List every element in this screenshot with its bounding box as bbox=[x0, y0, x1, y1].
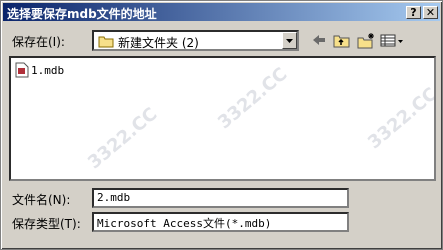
view-menu-icon[interactable] bbox=[379, 32, 405, 49]
list-item[interactable]: 1.mdb bbox=[15, 62, 64, 78]
save-dialog: 选择要保存mdb文件的地址 ? ✕ 保存在(I): 新建文件夹 (2) 1.md… bbox=[0, 0, 443, 250]
new-folder-icon[interactable] bbox=[356, 32, 376, 49]
filetype-label: 保存类型(T): bbox=[12, 217, 81, 231]
file-list[interactable]: 1.mdb 3322.CC 3322.CC 3322.CC bbox=[9, 56, 436, 181]
up-folder-icon[interactable] bbox=[332, 32, 352, 49]
dialog-title: 选择要保存mdb文件的地址 bbox=[7, 7, 157, 21]
chevron-down-icon[interactable] bbox=[282, 32, 297, 49]
file-name: 1.mdb bbox=[31, 63, 65, 77]
save-in-combobox[interactable]: 新建文件夹 (2) bbox=[92, 30, 299, 51]
folder-icon bbox=[98, 36, 114, 48]
title-bar[interactable]: 选择要保存mdb文件的地址 ? ✕ bbox=[3, 3, 440, 21]
save-in-value: 新建文件夹 (2) bbox=[118, 36, 199, 50]
watermark-text: 3322.CC bbox=[214, 63, 292, 134]
watermark-text: 3322.CC bbox=[84, 103, 162, 174]
filename-label: 文件名(N): bbox=[12, 193, 71, 207]
save-in-label: 保存在(I): bbox=[12, 35, 65, 49]
back-icon[interactable] bbox=[310, 32, 328, 49]
watermark-text: 3322.CC bbox=[364, 83, 436, 154]
filetype-select[interactable]: Microsoft Access文件(*.mdb) bbox=[92, 212, 349, 232]
filename-input[interactable]: 2.mdb bbox=[92, 188, 349, 208]
access-file-icon bbox=[15, 62, 29, 78]
help-button[interactable]: ? bbox=[406, 6, 421, 19]
filetype-value: Microsoft Access文件(*.mdb) bbox=[97, 217, 272, 230]
close-button[interactable]: ✕ bbox=[423, 6, 438, 19]
